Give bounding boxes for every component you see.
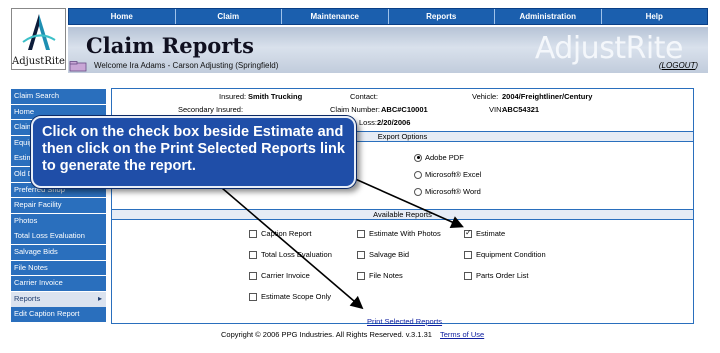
checkbox-file-notes[interactable] bbox=[357, 271, 365, 280]
report-salvage-bid[interactable]: Salvage Bid bbox=[357, 250, 409, 259]
logo-text: AdjustRite bbox=[12, 56, 65, 67]
nav-home[interactable]: Home bbox=[69, 9, 176, 24]
report-label: Caption Report bbox=[261, 229, 312, 238]
sidebar-item-salvage-bids[interactable]: Salvage Bids bbox=[11, 244, 106, 260]
report-estimate-with-photos[interactable]: Estimate With Photos bbox=[357, 229, 441, 238]
radio-excel[interactable] bbox=[414, 170, 422, 179]
report-carrier-invoice[interactable]: Carrier Invoice bbox=[249, 271, 310, 280]
export-pdf-option[interactable]: Adobe PDF bbox=[414, 153, 464, 162]
vehicle-label: Vehicle: bbox=[472, 92, 499, 101]
radio-pdf[interactable] bbox=[414, 153, 422, 162]
adjustrite-logo: AdjustRite bbox=[11, 8, 66, 70]
report-parts-order-list[interactable]: Parts Order List bbox=[464, 271, 529, 280]
loss-label: Loss: bbox=[359, 118, 377, 127]
sidebar-item-file-notes[interactable]: File Notes bbox=[11, 260, 106, 276]
sidebar-item-carrier-invoice[interactable]: Carrier Invoice bbox=[11, 276, 106, 291]
report-file-notes[interactable]: File Notes bbox=[357, 271, 403, 280]
nav-claim[interactable]: Claim bbox=[176, 9, 282, 24]
export-pdf-label: Adobe PDF bbox=[425, 153, 464, 162]
checkbox-estimate-scope-only[interactable] bbox=[249, 292, 257, 301]
logout-link[interactable]: (LOGOUT) bbox=[659, 61, 698, 70]
checkbox-salvage-bid[interactable] bbox=[357, 250, 365, 259]
contact-label: Contact: bbox=[350, 92, 378, 101]
report-equipment-condition[interactable]: Equipment Condition bbox=[464, 250, 546, 259]
report-label: File Notes bbox=[369, 271, 403, 280]
vehicle-value: 2004/Freightliner/Century bbox=[502, 92, 593, 101]
export-excel-label: Microsoft® Excel bbox=[425, 170, 482, 179]
secondary-insured-label: Secondary Insured: bbox=[178, 105, 244, 114]
report-estimate[interactable]: Estimate bbox=[464, 228, 506, 238]
claim-number-value: ABC#C10001 bbox=[381, 105, 428, 114]
report-label: Estimate With Photos bbox=[369, 229, 441, 238]
report-estimate-scope-only[interactable]: Estimate Scope Only bbox=[249, 292, 331, 301]
nav-maintenance[interactable]: Maintenance bbox=[282, 9, 389, 24]
insured-label: Insured: bbox=[219, 92, 247, 101]
print-selected-reports-link[interactable]: Print Selected Reports bbox=[367, 317, 442, 326]
sidebar-item-photos[interactable]: Photos bbox=[11, 213, 106, 229]
report-label: Carrier Invoice bbox=[261, 271, 310, 280]
report-label: Salvage Bid bbox=[369, 250, 410, 259]
export-word-label: Microsoft® Word bbox=[425, 187, 481, 196]
export-word-option[interactable]: Microsoft® Word bbox=[414, 187, 481, 196]
checkbox-caption-report[interactable] bbox=[249, 229, 257, 238]
checkbox-parts-order-list[interactable] bbox=[464, 271, 472, 280]
logout-label[interactable]: LOGOUT bbox=[662, 61, 696, 70]
page-title: Claim Reports bbox=[86, 33, 254, 58]
report-label: Parts Order List bbox=[476, 271, 529, 280]
checkbox-carrier-invoice[interactable] bbox=[249, 271, 257, 280]
sidebar-item-reports[interactable]: Reports bbox=[11, 291, 106, 307]
report-label: Equipment Condition bbox=[476, 250, 546, 259]
terms-of-use-link[interactable]: Terms of Use bbox=[440, 330, 484, 339]
checkbox-estimate-with-photos[interactable] bbox=[357, 229, 365, 238]
report-label: Estimate Scope Only bbox=[261, 292, 332, 301]
logo-swoosh-icon bbox=[22, 14, 56, 50]
available-reports-header: Available Reports bbox=[112, 209, 693, 220]
export-excel-option[interactable]: Microsoft® Excel bbox=[414, 170, 481, 179]
instruction-callout: Click on the check box beside Estimate a… bbox=[31, 116, 356, 188]
report-label: Estimate bbox=[476, 229, 506, 238]
report-caption[interactable]: Caption Report bbox=[249, 229, 311, 238]
radio-word[interactable] bbox=[414, 187, 422, 196]
checkbox-equipment-condition[interactable] bbox=[464, 250, 472, 259]
welcome-text: Welcome Ira Adams - Carson Adjusting (Sp… bbox=[94, 61, 279, 70]
sidebar-item-repair-facility[interactable]: Repair Facility bbox=[11, 198, 106, 213]
sidebar-item-total-loss[interactable]: Total Loss Evaluation bbox=[11, 229, 106, 245]
checkbox-total-loss[interactable] bbox=[249, 250, 257, 259]
insured-value: Smith Trucking bbox=[248, 92, 303, 101]
report-label: Total Loss Evaluation bbox=[261, 250, 332, 259]
nav-administration[interactable]: Administration bbox=[495, 9, 602, 24]
claim-number-label: Claim Number: bbox=[330, 105, 381, 114]
nav-help[interactable]: Help bbox=[602, 9, 708, 24]
vin-value: ABC54321 bbox=[502, 105, 540, 114]
report-total-loss[interactable]: Total Loss Evaluation bbox=[249, 250, 332, 259]
sidebar-item-claim-search[interactable]: Claim Search bbox=[11, 89, 106, 104]
checkbox-estimate[interactable] bbox=[464, 228, 472, 238]
loss-date: 2/20/2006 bbox=[377, 118, 411, 127]
top-nav: Home Claim Maintenance Reports Administr… bbox=[68, 8, 708, 25]
sidebar-item-edit-caption[interactable]: Edit Caption Report bbox=[11, 307, 106, 323]
footer: Copyright © 2006 PPG Industries. All Rig… bbox=[221, 330, 484, 339]
header-band: Claim Reports AdjustRite Welcome Ira Ada… bbox=[68, 27, 708, 73]
nav-reports[interactable]: Reports bbox=[389, 9, 495, 24]
copyright-text: Copyright © 2006 PPG Industries. All Rig… bbox=[221, 330, 432, 339]
user-folder-icon bbox=[69, 61, 87, 72]
